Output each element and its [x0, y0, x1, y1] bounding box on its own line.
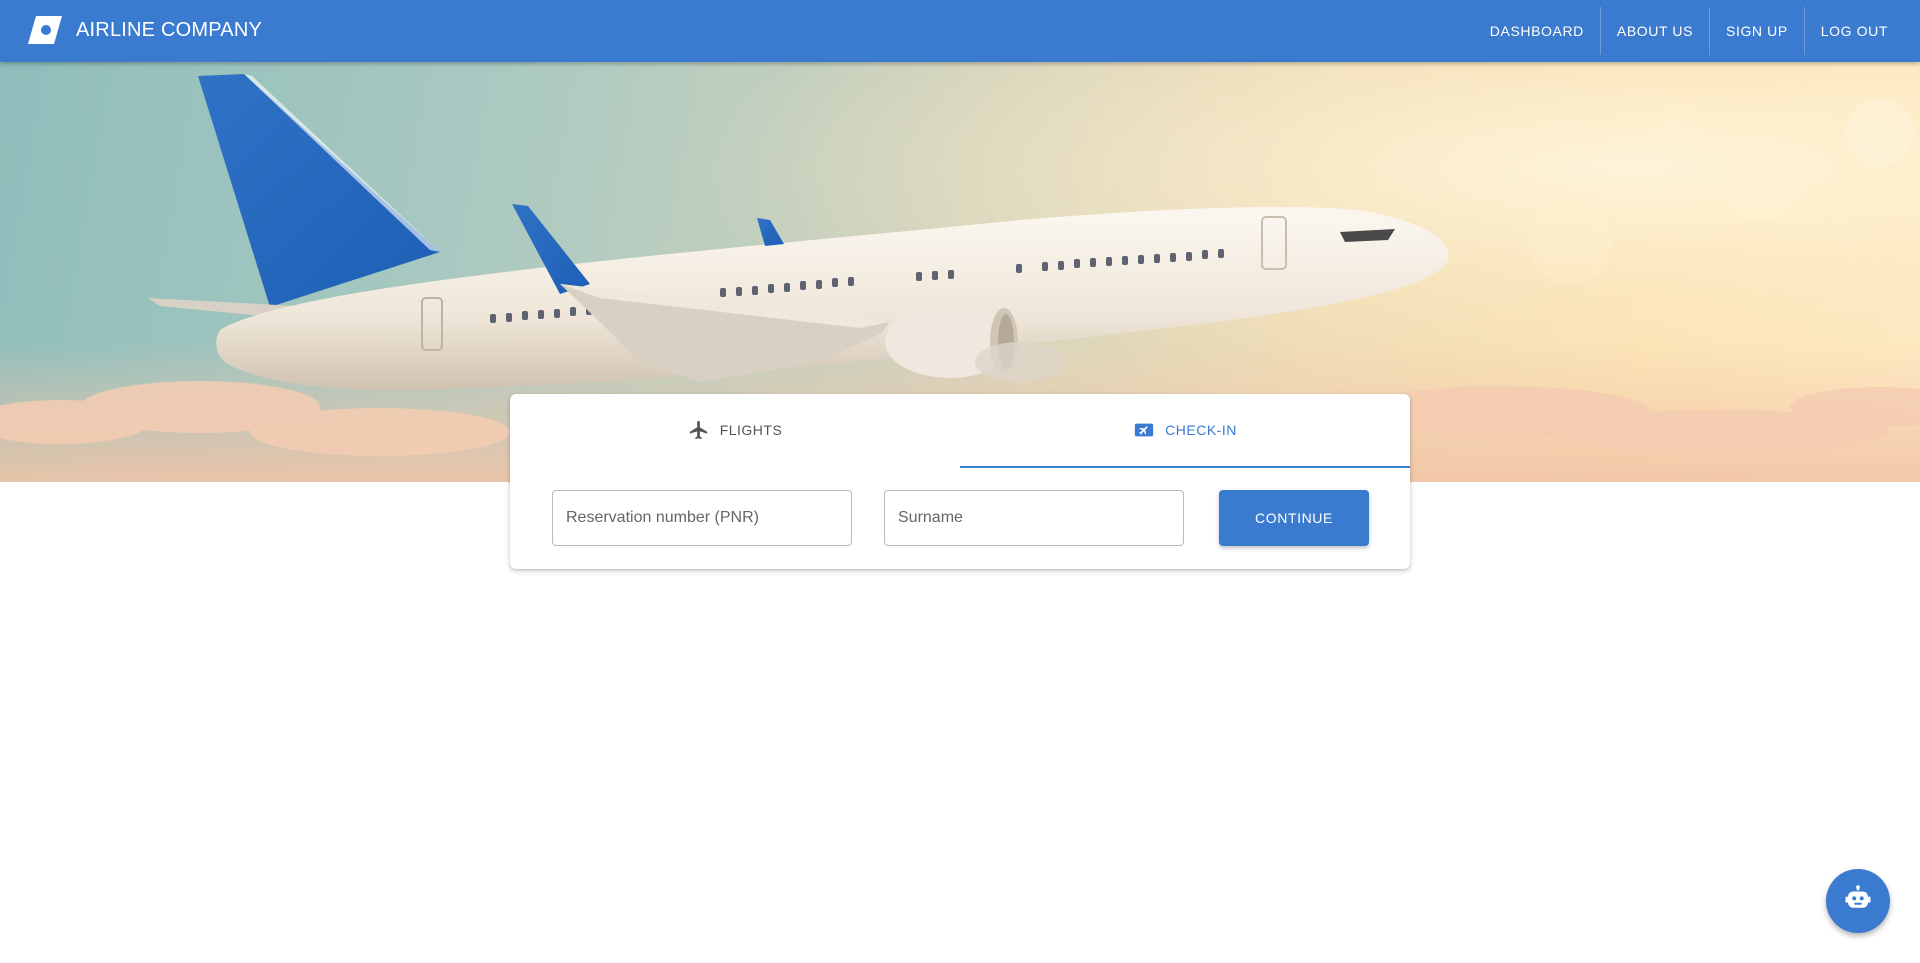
- tab-flights[interactable]: FLIGHTS: [510, 394, 960, 466]
- booking-tabs: FLIGHTS CHECK-IN: [510, 394, 1410, 468]
- nav-about-us[interactable]: ABOUT US: [1601, 7, 1709, 55]
- continue-button[interactable]: CONTINUE: [1219, 490, 1369, 546]
- airplane-icon: [688, 419, 710, 441]
- app-bar: AIRLINE COMPANY DASHBOARD ABOUT US SIGN …: [0, 0, 1920, 62]
- airline-logo-icon[interactable]: [28, 16, 62, 44]
- tab-label: FLIGHTS: [719, 422, 783, 438]
- pnr-input[interactable]: [552, 490, 852, 546]
- main-nav: DASHBOARD ABOUT US SIGN UP LOG OUT: [1474, 0, 1904, 62]
- robot-icon: [1843, 884, 1873, 919]
- booking-card: FLIGHTS CHECK-IN CONTINUE: [510, 394, 1410, 569]
- nav-dashboard[interactable]: DASHBOARD: [1474, 7, 1600, 55]
- tab-label: CHECK-IN: [1165, 422, 1237, 438]
- nav-log-out[interactable]: LOG OUT: [1805, 7, 1904, 55]
- chatbot-fab[interactable]: [1826, 869, 1890, 933]
- boarding-pass-icon: [1133, 419, 1155, 441]
- brand-title[interactable]: AIRLINE COMPANY: [76, 19, 262, 42]
- surname-input[interactable]: [884, 490, 1184, 546]
- tab-check-in[interactable]: CHECK-IN: [960, 394, 1410, 468]
- nav-sign-up[interactable]: SIGN UP: [1710, 7, 1804, 55]
